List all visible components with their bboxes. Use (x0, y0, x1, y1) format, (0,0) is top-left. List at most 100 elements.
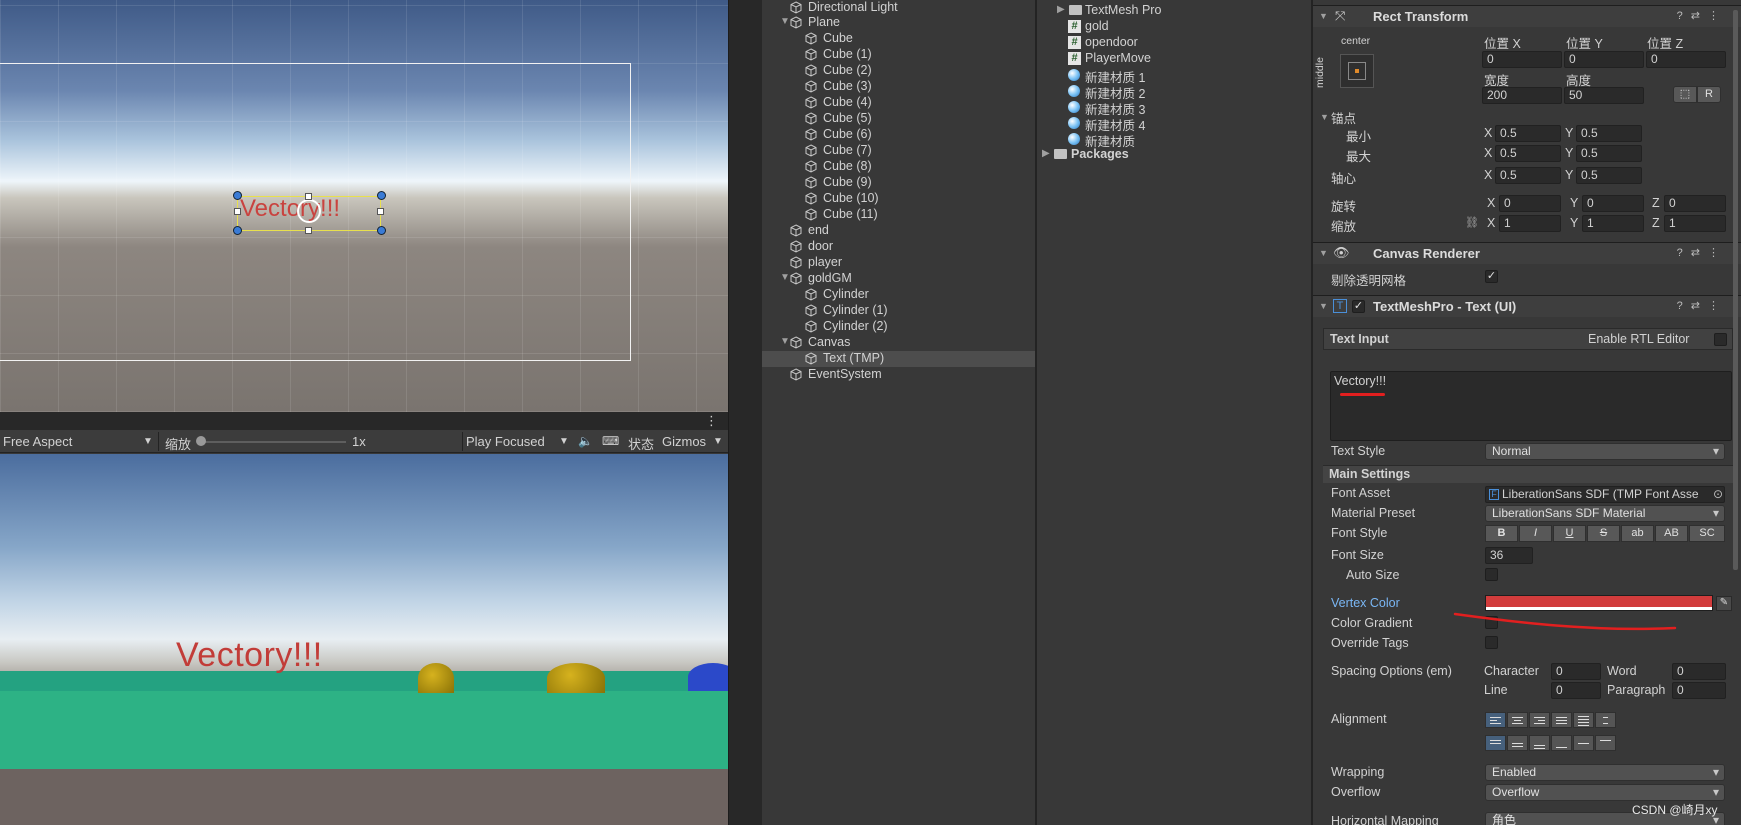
project-item[interactable]: ▶ TextMesh Pro (1037, 3, 1311, 19)
hierarchy-item[interactable]: Cube (762, 31, 1035, 47)
anchor-max-y-field[interactable]: 0.5 (1576, 145, 1642, 162)
rect-corner-handle[interactable] (377, 226, 386, 235)
expand-arrow-icon[interactable]: ▼ (780, 272, 790, 283)
pos-y-field[interactable]: 0 (1564, 51, 1644, 68)
inspector-scrollbar[interactable] (1733, 10, 1738, 570)
anchor-min-x-field[interactable]: 0.5 (1495, 125, 1561, 142)
pos-z-field[interactable]: 0 (1646, 51, 1726, 68)
hierarchy-item[interactable]: end (762, 223, 1035, 239)
canvas-renderer-header[interactable]: ▼ 👁 Canvas Renderer ?⇄⋮ (1313, 242, 1741, 264)
scale-slider-thumb[interactable] (196, 436, 206, 446)
hierarchy-item[interactable]: Cube (1) (762, 47, 1035, 63)
align-bottom-button[interactable] (1529, 735, 1550, 751)
anchor-max-x-field[interactable]: 0.5 (1495, 145, 1561, 162)
font-asset-field[interactable]: LiberationSans SDF (TMP Font Asse (1485, 486, 1725, 503)
vertex-color-swatch[interactable] (1485, 595, 1713, 611)
font-size-field[interactable]: 36 (1485, 547, 1533, 564)
cull-transparent-mesh-checkbox[interactable]: ✓ (1485, 270, 1498, 283)
fold-arrow-icon[interactable]: ▼ (1319, 11, 1328, 21)
align-justified-button[interactable] (1551, 712, 1572, 728)
stats-button[interactable]: 状态 (628, 434, 654, 453)
main-settings-header[interactable]: Main Settings (1323, 465, 1733, 483)
constrain-link-icon[interactable]: ⛓ (1465, 216, 1479, 229)
hierarchy-item[interactable]: ▼ Plane (762, 15, 1035, 31)
hierarchy-item[interactable]: Cylinder (762, 287, 1035, 303)
fold-arrow-icon[interactable]: ▼ (1320, 112, 1329, 122)
hierarchy-item[interactable]: Cube (10) (762, 191, 1035, 207)
component-enabled-checkbox[interactable]: ✓ (1352, 300, 1365, 313)
hierarchy-item[interactable]: Cylinder (2) (762, 319, 1035, 335)
project-item[interactable]: # opendoor (1037, 35, 1311, 51)
align-center-button[interactable] (1507, 712, 1528, 728)
hierarchy-item[interactable]: Directional Light (762, 0, 1035, 16)
pivot-x-field[interactable]: 0.5 (1495, 167, 1561, 184)
align-flush-button[interactable] (1573, 712, 1594, 728)
override-tags-checkbox[interactable] (1485, 636, 1498, 649)
scale-slider-track[interactable] (200, 441, 346, 443)
align-baseline-button[interactable] (1551, 735, 1572, 751)
expand-arrow-icon[interactable]: ▼ (780, 336, 790, 347)
rect-edge-handle[interactable] (377, 208, 384, 215)
hierarchy-item[interactable]: door (762, 239, 1035, 255)
project-item[interactable]: # gold (1037, 19, 1311, 35)
text-style-dropdown[interactable]: Normal (1485, 443, 1725, 460)
aspect-dropdown[interactable]: Free Aspect (3, 434, 72, 449)
gizmos-button[interactable]: Gizmos (662, 434, 706, 449)
rect-edge-handle[interactable] (234, 208, 241, 215)
scale-y-field[interactable]: 1 (1582, 215, 1644, 232)
hierarchy-item[interactable]: Cylinder (1) (762, 303, 1035, 319)
scene-view[interactable]: Vectory!!! (0, 0, 728, 412)
play-mode-dropdown[interactable]: Play Focused (466, 434, 545, 449)
font-style-lowercase-button[interactable]: ab (1621, 525, 1654, 542)
object-picker-icon[interactable]: ⊙ (1713, 487, 1723, 501)
expand-arrow-icon[interactable]: ▼ (780, 16, 790, 27)
rect-transform-header[interactable]: ▼ ⤧ Rect Transform ?⇄⋮ (1313, 5, 1741, 27)
fold-arrow-icon[interactable]: ▼ (1319, 301, 1328, 311)
project-item[interactable]: 新建材质 3 (1037, 99, 1311, 117)
font-style-smallcaps-button[interactable]: SC (1689, 525, 1725, 542)
keyboard-icon[interactable]: ⌨ (602, 434, 619, 448)
scale-z-field[interactable]: 1 (1664, 215, 1726, 232)
align-capline-button[interactable] (1595, 735, 1616, 751)
character-spacing-field[interactable]: 0 (1551, 663, 1601, 680)
text-input-area[interactable]: Vectory!!! (1330, 371, 1732, 441)
hierarchy-item[interactable]: EventSystem (762, 367, 1035, 383)
rotation-z-field[interactable]: 0 (1664, 195, 1726, 212)
panel-splitter[interactable] (728, 0, 762, 825)
fold-arrow-icon[interactable]: ▼ (1319, 248, 1328, 258)
anchor-preset-button[interactable] (1340, 54, 1374, 88)
rect-corner-handle[interactable] (377, 191, 386, 200)
project-item[interactable]: 新建材质 2 (1037, 83, 1311, 101)
project-item[interactable]: # PlayerMove (1037, 51, 1311, 67)
textmeshpro-header[interactable]: ▼ T ✓ TextMeshPro - Text (UI) ?⇄⋮ (1313, 295, 1741, 317)
game-view[interactable]: Vectory!!! (0, 454, 728, 825)
align-midline-button[interactable] (1573, 735, 1594, 751)
align-geometry-center-button[interactable] (1595, 712, 1616, 728)
blueprint-mode-button[interactable]: ⬚ (1673, 86, 1697, 103)
component-menu-icons[interactable]: ?⇄⋮ (1677, 9, 1727, 22)
wrapping-dropdown[interactable]: Enabled (1485, 764, 1725, 781)
more-options-icon[interactable]: ⋮ (705, 413, 718, 429)
hierarchy-item[interactable]: Cube (8) (762, 159, 1035, 175)
project-item[interactable]: 新建材质 (1037, 131, 1311, 149)
line-spacing-field[interactable]: 0 (1551, 682, 1601, 699)
width-field[interactable]: 200 (1482, 87, 1562, 104)
project-item[interactable]: 新建材质 1 (1037, 67, 1311, 85)
project-item[interactable]: ▶ Packages (1037, 147, 1311, 163)
pos-x-field[interactable]: 0 (1482, 51, 1562, 68)
align-left-button[interactable] (1485, 712, 1506, 728)
chevron-down-icon[interactable]: ▼ (713, 436, 723, 447)
align-top-button[interactable] (1485, 735, 1506, 751)
align-middle-button[interactable] (1507, 735, 1528, 751)
paragraph-spacing-field[interactable]: 0 (1672, 682, 1726, 699)
expand-arrow-icon[interactable]: ▶ (1042, 148, 1050, 159)
font-style-strikethrough-button[interactable]: S (1587, 525, 1620, 542)
align-right-button[interactable] (1529, 712, 1550, 728)
raw-edit-button[interactable]: R (1697, 86, 1721, 103)
enable-rtl-checkbox[interactable] (1714, 333, 1727, 346)
font-style-underline-button[interactable]: U (1553, 525, 1586, 542)
hierarchy-item[interactable]: Cube (5) (762, 111, 1035, 127)
font-style-bold-button[interactable]: B (1485, 525, 1518, 542)
audio-mute-icon[interactable]: 🔈 (578, 434, 593, 448)
auto-size-checkbox[interactable] (1485, 568, 1498, 581)
